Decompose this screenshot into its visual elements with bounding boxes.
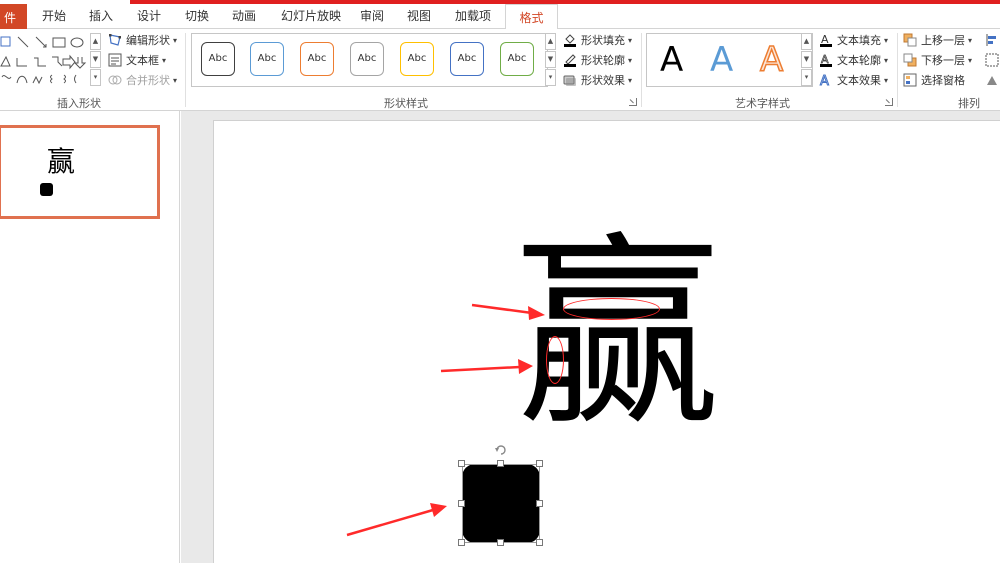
annotation-arrows: [346, 303, 545, 537]
arrow-head-icon: [430, 503, 447, 517]
powerpoint-window: 件 开始 插入 设计 切换 动画 幻灯片放映 审阅 视图 加载项 格式 ▲ ▼ …: [0, 0, 1000, 563]
arrow-head-icon: [518, 359, 533, 374]
arrow-head-icon: [528, 306, 545, 320]
arrow-to-left-part: [440, 365, 521, 373]
arrow-to-top-part: [471, 303, 533, 315]
arrow-to-square: [346, 508, 434, 537]
